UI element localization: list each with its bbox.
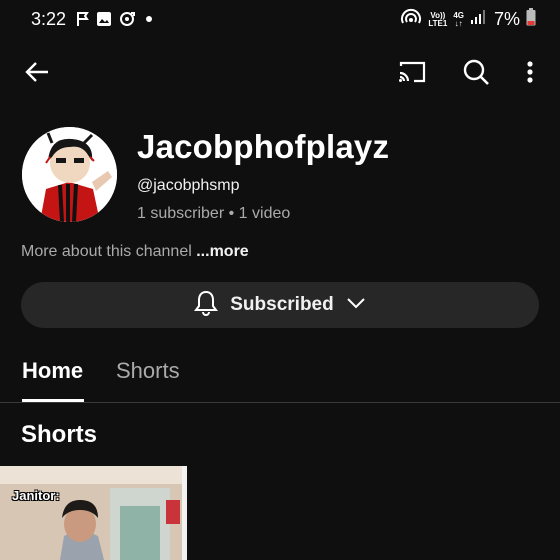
short-thumbnail-image: [0, 466, 187, 560]
channel-handle: @jacobphsmp: [137, 177, 240, 194]
channel-stats: 1 subscriber • 1 video: [137, 205, 290, 223]
flag-icon: [76, 11, 90, 32]
network-type-label: 4G ↓↑: [453, 10, 464, 28]
short-thumbnail[interactable]: Janitor:: [0, 466, 187, 560]
status-time: 3:22: [31, 9, 67, 29]
sync-icon: [118, 10, 136, 33]
search-icon[interactable]: [458, 54, 494, 90]
signal-icon: [470, 9, 488, 30]
about-more-link[interactable]: ...more: [196, 243, 248, 260]
channel-about-link[interactable]: More about this channel ...more: [21, 243, 249, 261]
status-bar: 3:22 Vo)) LTE1 4G ↓↑ 7%: [0, 0, 560, 40]
battery-percent: 7%: [493, 9, 520, 29]
chevron-down-icon: [346, 296, 366, 314]
image-icon: [96, 11, 112, 32]
video-count: 1 video: [238, 205, 291, 222]
stats-separator: •: [228, 205, 235, 222]
tab-home[interactable]: Home: [22, 358, 83, 384]
hotspot-icon: [400, 8, 422, 31]
tab-shorts[interactable]: Shorts: [116, 358, 180, 384]
subscribed-label: Subscribed: [230, 294, 334, 315]
channel-tabs: Home Shorts: [0, 352, 560, 403]
status-notification-icons: [76, 10, 156, 33]
status-system-icons: Vo)) LTE1 4G ↓↑ 7%: [400, 8, 536, 31]
short-caption: Janitor:: [12, 488, 60, 503]
channel-avatar[interactable]: [22, 127, 117, 222]
tab-home-indicator: [22, 399, 84, 402]
back-arrow-icon[interactable]: [19, 54, 55, 90]
bell-icon: [194, 290, 219, 321]
subscriber-count: 1 subscriber: [137, 205, 225, 222]
dot-icon: [142, 12, 156, 31]
about-text: More about this channel: [21, 243, 192, 260]
shorts-section-title: Shorts: [21, 421, 98, 448]
cast-icon[interactable]: [394, 54, 430, 90]
subscribed-button[interactable]: Subscribed: [21, 282, 539, 328]
top-app-bar: [0, 52, 560, 96]
channel-name: Jacobphofplayz: [137, 128, 390, 165]
more-vert-icon[interactable]: [512, 54, 548, 90]
network-volte-label: Vo)) LTE1: [428, 10, 448, 28]
battery-icon: [526, 8, 536, 31]
